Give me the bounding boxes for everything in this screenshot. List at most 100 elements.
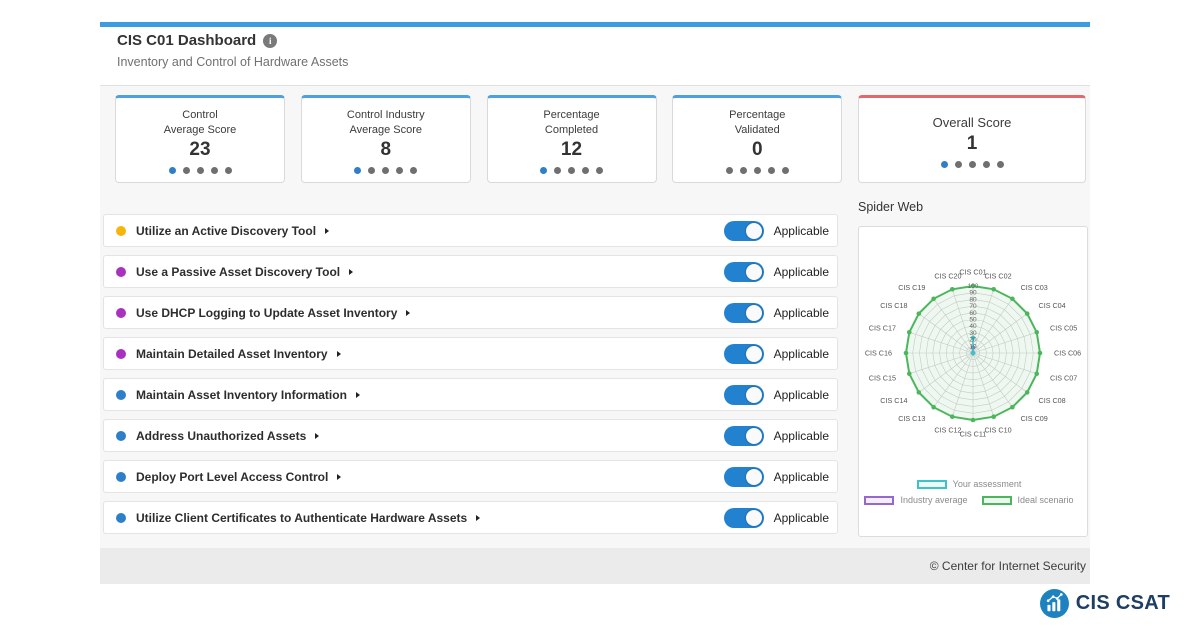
control-row[interactable]: Use DHCP Logging to Update Asset Invento… [103,296,838,329]
applicable-label: Applicable [774,306,829,320]
status-bullet-icon [116,472,126,482]
applicable-toggle[interactable] [724,508,764,528]
expand-caret-icon[interactable] [337,351,341,357]
score-dot [410,167,417,174]
control-row[interactable]: Deploy Port Level Access Control Applica… [103,460,838,493]
control-row[interactable]: Maintain Asset Inventory Information App… [103,378,838,411]
copyright-text: © Center for Internet Security [930,559,1086,573]
cis-csat-logo: CIS CSAT [1030,586,1170,620]
svg-text:CIS C16: CIS C16 [865,349,892,358]
expand-caret-icon[interactable] [337,474,341,480]
page-subtitle: Inventory and Control of Hardware Assets [117,55,348,69]
score-card-value: 12 [561,139,582,161]
score-dot [983,161,990,168]
applicable-label: Applicable [774,429,829,443]
toggle-knob [746,469,762,485]
legend-swatch-icon [917,480,947,489]
control-row[interactable]: Use a Passive Asset Discovery Tool Appli… [103,255,838,288]
score-dot [740,167,747,174]
applicable-toggle[interactable] [724,426,764,446]
svg-text:CIS C14: CIS C14 [880,396,907,405]
svg-text:10: 10 [969,343,977,350]
info-icon[interactable]: i [263,34,277,48]
svg-text:CIS C11: CIS C11 [960,430,987,439]
score-card-dots [354,167,417,174]
toggle-knob [746,305,762,321]
applicable-toggle[interactable] [724,262,764,282]
toggle-knob [746,264,762,280]
svg-text:CIS C09: CIS C09 [1021,414,1048,423]
svg-text:CIS C10: CIS C10 [984,426,1011,435]
control-row[interactable]: Utilize Client Certificates to Authentic… [103,501,838,534]
cis-csat-dashboard-page: CIS C01 Dashboard i Inventory and Contro… [0,0,1200,627]
score-card: Percentage Completed 12 [487,95,657,183]
legend-label: Industry average [900,495,967,505]
svg-text:20: 20 [969,337,977,344]
legend-item: Ideal scenario [982,495,1082,505]
expand-caret-icon[interactable] [406,310,410,316]
control-row[interactable]: Maintain Detailed Asset Inventory Applic… [103,337,838,370]
svg-text:90: 90 [969,290,977,297]
svg-text:CIS C08: CIS C08 [1039,396,1066,405]
applicable-toggle[interactable] [724,467,764,487]
svg-text:CIS C04: CIS C04 [1039,301,1066,310]
score-card: Control Industry Average Score 8 [301,95,471,183]
control-row[interactable]: Address Unauthorized Assets Applicable [103,419,838,452]
score-dot [596,167,603,174]
score-card: Control Average Score 23 [115,95,285,183]
svg-text:80: 80 [969,296,977,303]
svg-text:CIS C12: CIS C12 [934,426,961,435]
expand-caret-icon[interactable] [325,228,329,234]
score-card-label: Overall Score [933,114,1012,132]
toggle-knob [746,387,762,403]
svg-text:40: 40 [969,323,977,330]
page-title: CIS C01 Dashboard [117,32,256,49]
expand-caret-icon[interactable] [349,269,353,275]
score-dot [955,161,962,168]
applicable-toggle[interactable] [724,344,764,364]
score-dot [754,167,761,174]
svg-text:70: 70 [969,303,977,310]
score-dot [726,167,733,174]
status-bullet-icon [116,267,126,277]
svg-text:CIS C03: CIS C03 [1021,283,1048,292]
svg-text:CIS C07: CIS C07 [1050,374,1077,383]
legend-label: Your assessment [953,479,1022,489]
applicable-toggle[interactable] [724,303,764,323]
applicable-label: Applicable [774,347,829,361]
score-dot [582,167,589,174]
score-dot [396,167,403,174]
status-bullet-icon [116,349,126,359]
legend-label: Ideal scenario [1018,495,1074,505]
applicable-label: Applicable [774,470,829,484]
legend-item: Your assessment [917,479,1030,489]
score-dot [197,167,204,174]
score-dot [211,167,218,174]
applicable-label: Applicable [774,224,829,238]
score-dot [540,167,547,174]
score-dot [782,167,789,174]
score-cards: Control Average Score 23 Control Industr… [115,95,1086,183]
control-row[interactable]: Utilize an Active Discovery Tool Applica… [103,214,838,247]
svg-text:CIS C01: CIS C01 [959,268,986,277]
toggle-knob [746,510,762,526]
svg-text:60: 60 [969,310,977,317]
score-card-value: 1 [967,133,978,155]
expand-caret-icon[interactable] [356,392,360,398]
score-card-dots [169,167,232,174]
radar-legend: Your assessment Industry average Ideal sce… [859,479,1087,505]
expand-caret-icon[interactable] [315,433,319,439]
applicable-toggle[interactable] [724,221,764,241]
svg-text:CIS C19: CIS C19 [898,283,925,292]
score-dot [969,161,976,168]
controls-list: Utilize an Active Discovery Tool Applica… [103,214,838,542]
svg-text:CIS C20: CIS C20 [934,271,961,280]
footer-bar: © Center for Internet Security [100,548,1090,584]
spider-web-title: Spider Web [858,200,923,214]
control-label: Use DHCP Logging to Update Asset Invento… [136,306,397,320]
score-card-dots [726,167,789,174]
score-card-label: Percentage Completed [543,108,599,138]
applicable-toggle[interactable] [724,385,764,405]
expand-caret-icon[interactable] [476,515,480,521]
svg-text:30: 30 [969,330,977,337]
